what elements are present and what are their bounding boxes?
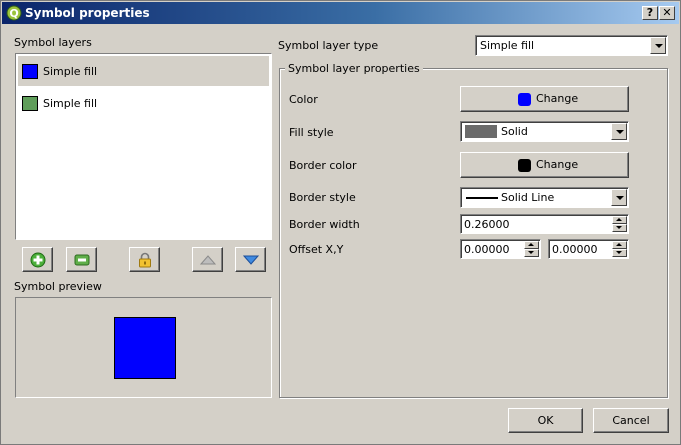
border-width-stepper[interactable] <box>612 216 627 232</box>
cancel-label: Cancel <box>612 414 650 427</box>
spin-up-icon[interactable] <box>524 241 539 249</box>
chevron-down-icon[interactable] <box>611 123 627 140</box>
close-button[interactable]: ✕ <box>659 6 675 20</box>
qgis-logo-icon: Q <box>6 5 22 21</box>
ok-button[interactable]: OK <box>508 408 583 433</box>
offset-y-stepper[interactable] <box>612 241 627 257</box>
add-layer-icon <box>30 252 46 268</box>
offset-x-spinbox[interactable]: 0.00000 <box>460 239 541 259</box>
spin-up-icon[interactable] <box>612 241 627 249</box>
offset-y-spinbox[interactable]: 0.00000 <box>548 239 629 259</box>
lock-layer-button[interactable] <box>129 247 160 272</box>
border-style-value: Solid Line <box>501 191 555 204</box>
fill-style-swatch <box>465 125 497 138</box>
chevron-down-icon[interactable] <box>611 189 627 206</box>
layer-label: Simple fill <box>43 97 98 110</box>
border-color-swatch <box>518 159 531 172</box>
layer-item-1[interactable]: Simple fill <box>18 56 269 86</box>
border-width-value: 0.26000 <box>464 218 510 231</box>
symbol-preview <box>15 297 272 398</box>
title-bar: Q Symbol properties ? ✕ <box>2 2 679 24</box>
remove-layer-button[interactable] <box>66 247 97 272</box>
fill-style-label: Fill style <box>289 126 334 139</box>
offset-label: Offset X,Y <box>289 243 344 256</box>
layer-swatch <box>22 64 38 79</box>
symbol-layers-label: Symbol layers <box>14 36 92 49</box>
fill-style-value: Solid <box>501 125 528 138</box>
add-layer-button[interactable] <box>22 247 53 272</box>
window-title: Symbol properties <box>25 6 150 20</box>
remove-layer-icon <box>74 254 90 266</box>
offset-x-stepper[interactable] <box>524 241 539 257</box>
spin-down-icon[interactable] <box>612 224 627 232</box>
ok-label: OK <box>537 414 554 427</box>
spin-down-icon[interactable] <box>524 249 539 257</box>
border-color-label: Border color <box>289 159 357 172</box>
spin-down-icon[interactable] <box>612 249 627 257</box>
fill-color-swatch <box>518 93 531 106</box>
spin-up-icon[interactable] <box>612 216 627 224</box>
fill-color-change-label: Change <box>536 92 579 105</box>
symbol-layer-type-value: Simple fill <box>480 39 535 52</box>
chevron-down-icon[interactable] <box>650 37 666 54</box>
border-width-spinbox[interactable]: 0.26000 <box>460 214 629 234</box>
layer-swatch <box>22 96 38 111</box>
lock-icon <box>139 252 151 268</box>
border-width-label: Border width <box>289 218 360 231</box>
offset-y-value: 0.00000 <box>552 243 598 256</box>
border-style-label: Border style <box>289 191 356 204</box>
svg-text:Q: Q <box>9 7 18 20</box>
move-layer-up-button[interactable] <box>192 247 223 272</box>
symbol-layers-list[interactable]: Simple fill Simple fill <box>15 53 272 240</box>
color-label: Color <box>289 93 318 106</box>
fill-style-select[interactable]: Solid <box>460 121 629 142</box>
fill-color-change-button[interactable]: Change <box>460 86 629 112</box>
border-style-select[interactable]: Solid Line <box>460 187 629 208</box>
border-color-change-button[interactable]: Change <box>460 152 629 178</box>
symbol-preview-label: Symbol preview <box>14 280 102 293</box>
symbol-properties-dialog: Q Symbol properties ? ✕ Symbol layers Si… <box>0 0 681 445</box>
symbol-layer-type-label: Symbol layer type <box>278 39 379 52</box>
cancel-button[interactable]: Cancel <box>593 408 669 433</box>
layer-item-2[interactable]: Simple fill <box>18 88 269 118</box>
solid-line-icon <box>466 197 498 199</box>
offset-x-value: 0.00000 <box>464 243 510 256</box>
layer-label: Simple fill <box>43 65 98 78</box>
preview-square <box>114 317 176 379</box>
symbol-layer-type-select[interactable]: Simple fill <box>475 35 668 56</box>
move-down-icon <box>243 255 259 265</box>
symbol-layer-properties-title: Symbol layer properties <box>285 62 423 75</box>
move-layer-down-button[interactable] <box>235 247 266 272</box>
border-color-change-label: Change <box>536 158 579 171</box>
help-button[interactable]: ? <box>642 6 658 20</box>
move-up-icon <box>200 255 216 265</box>
